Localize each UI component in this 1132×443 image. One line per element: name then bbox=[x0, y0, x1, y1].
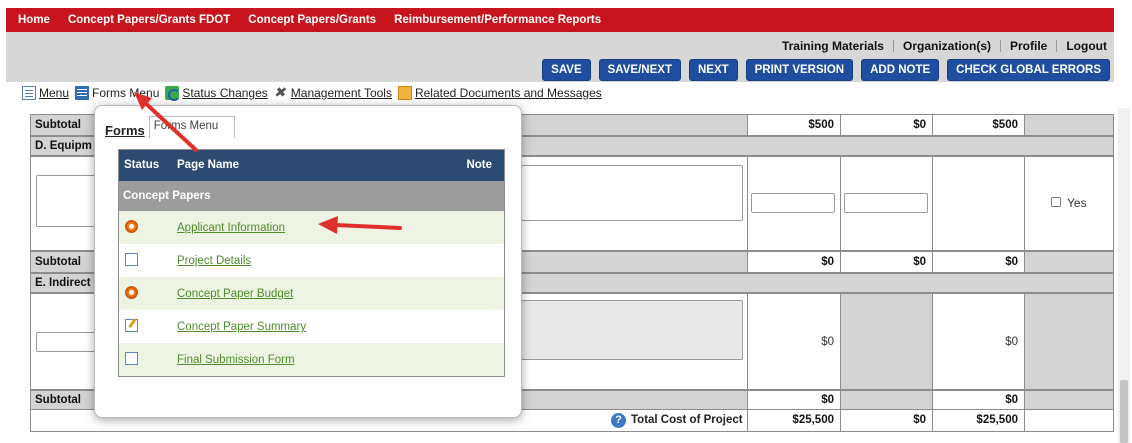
yes-checkbox[interactable] bbox=[1051, 197, 1061, 207]
forms-table-header: Status Page Name Note bbox=[119, 150, 504, 181]
nav-concept-papers-grants-fdot[interactable]: Concept Papers/Grants FDOT bbox=[68, 14, 230, 26]
subtotal-value: $0 bbox=[913, 119, 926, 131]
forms-table: Status Page Name Note Concept Papers App… bbox=[118, 149, 505, 377]
edit-icon bbox=[125, 319, 138, 332]
indirect-textarea[interactable] bbox=[521, 300, 743, 360]
check-global-errors-button[interactable]: CHECK GLOBAL ERRORS bbox=[947, 59, 1110, 81]
user-links: Training Materials Organization(s) Profi… bbox=[773, 40, 1116, 52]
subtotal-value: $0 bbox=[821, 394, 834, 406]
save-next-button[interactable]: SAVE/NEXT bbox=[598, 59, 681, 81]
total-value: $25,500 bbox=[976, 414, 1018, 426]
list-item: Applicant Information bbox=[119, 211, 504, 244]
form-link-project-details[interactable]: Project Details bbox=[177, 255, 251, 267]
section-e-label: E. Indirect bbox=[35, 277, 91, 289]
description-input[interactable] bbox=[36, 175, 96, 227]
document-icon bbox=[125, 352, 138, 365]
yes-label: Yes bbox=[1067, 196, 1087, 210]
list-item: Concept Paper Summary bbox=[119, 310, 504, 343]
subtotal-value: $500 bbox=[808, 119, 834, 131]
popup-tabs: Forms Forms Menu bbox=[103, 116, 235, 138]
toolbar: Menu Forms Menu Status Changes Managemen… bbox=[22, 84, 608, 101]
status-header: Status bbox=[124, 159, 160, 171]
group-header: Concept Papers bbox=[119, 181, 504, 211]
subtotal-value: $0 bbox=[1005, 394, 1018, 406]
list-item: Concept Paper Budget bbox=[119, 277, 504, 310]
top-nav: Home Concept Papers/Grants FDOT Concept … bbox=[6, 8, 1114, 32]
forms-menu-popup: Forms Forms Menu Status Page Name Note C… bbox=[94, 105, 522, 418]
add-note-button[interactable]: ADD NOTE bbox=[861, 59, 940, 81]
page-name-header: Page Name bbox=[177, 159, 240, 171]
total-value: $25,500 bbox=[792, 414, 834, 426]
subtotal-label: Subtotal bbox=[35, 256, 81, 268]
in-progress-icon bbox=[125, 220, 138, 233]
in-progress-icon bbox=[125, 286, 138, 299]
indirect-value: $0 bbox=[821, 336, 834, 348]
form-link-concept-paper-budget[interactable]: Concept Paper Budget bbox=[177, 288, 293, 300]
action-bar: SAVE SAVE/NEXT NEXT PRINT VERSION ADD NO… bbox=[542, 59, 1110, 81]
documents-icon bbox=[397, 86, 412, 100]
form-link-final-submission-form[interactable]: Final Submission Form bbox=[177, 354, 295, 366]
related-documents-link[interactable]: Related Documents and Messages bbox=[397, 86, 602, 100]
form-link-concept-paper-summary[interactable]: Concept Paper Summary bbox=[177, 321, 306, 333]
indirect-input[interactable] bbox=[36, 332, 96, 352]
tab-forms[interactable]: Forms bbox=[103, 123, 147, 138]
status-changes-icon bbox=[165, 86, 181, 101]
amount-input[interactable] bbox=[751, 193, 835, 213]
menu-icon bbox=[22, 86, 36, 100]
subtotal-value: $0 bbox=[1005, 256, 1018, 268]
tools-icon bbox=[274, 84, 288, 101]
profile-link[interactable]: Profile bbox=[1000, 40, 1056, 52]
section-d-label: D. Equipm bbox=[35, 140, 92, 152]
forms-menu-link[interactable]: Forms Menu bbox=[75, 86, 159, 100]
tab-forms-menu[interactable]: Forms Menu bbox=[148, 116, 235, 138]
subtotal-label: Subtotal bbox=[35, 119, 81, 131]
next-button[interactable]: NEXT bbox=[688, 59, 738, 81]
help-icon[interactable]: ? bbox=[611, 413, 626, 428]
subtotal-label: Subtotal bbox=[35, 394, 81, 406]
indirect-value: $0 bbox=[1005, 336, 1018, 348]
justification-textarea[interactable] bbox=[521, 165, 743, 221]
forms-menu-icon bbox=[75, 86, 90, 100]
nav-home[interactable]: Home bbox=[18, 14, 50, 26]
subtotal-value: $0 bbox=[913, 256, 926, 268]
print-version-button[interactable]: PRINT VERSION bbox=[745, 59, 854, 81]
subtotal-value: $0 bbox=[821, 256, 834, 268]
training-materials-link[interactable]: Training Materials bbox=[773, 40, 893, 52]
nav-concept-papers-grants[interactable]: Concept Papers/Grants bbox=[248, 14, 376, 26]
form-link-applicant-information[interactable]: Applicant Information bbox=[177, 222, 285, 234]
scrollbar-thumb[interactable] bbox=[1120, 380, 1128, 443]
nav-reimbursement-reports[interactable]: Reimbursement/Performance Reports bbox=[394, 14, 601, 26]
list-item: Final Submission Form bbox=[119, 343, 504, 376]
list-item: Project Details bbox=[119, 244, 504, 277]
subtotal-value: $500 bbox=[992, 119, 1018, 131]
organizations-link[interactable]: Organization(s) bbox=[892, 40, 1000, 52]
save-button[interactable]: SAVE bbox=[542, 59, 591, 81]
status-changes-link[interactable]: Status Changes bbox=[165, 86, 268, 101]
document-icon bbox=[125, 253, 138, 266]
total-value: $0 bbox=[913, 414, 926, 426]
logout-link[interactable]: Logout bbox=[1056, 40, 1116, 52]
total-label: Total Cost of Project bbox=[631, 414, 743, 426]
amount-input[interactable] bbox=[844, 193, 928, 213]
menu-link[interactable]: Menu bbox=[22, 86, 69, 100]
management-tools-link[interactable]: Management Tools bbox=[274, 84, 392, 101]
note-header: Note bbox=[466, 159, 492, 171]
